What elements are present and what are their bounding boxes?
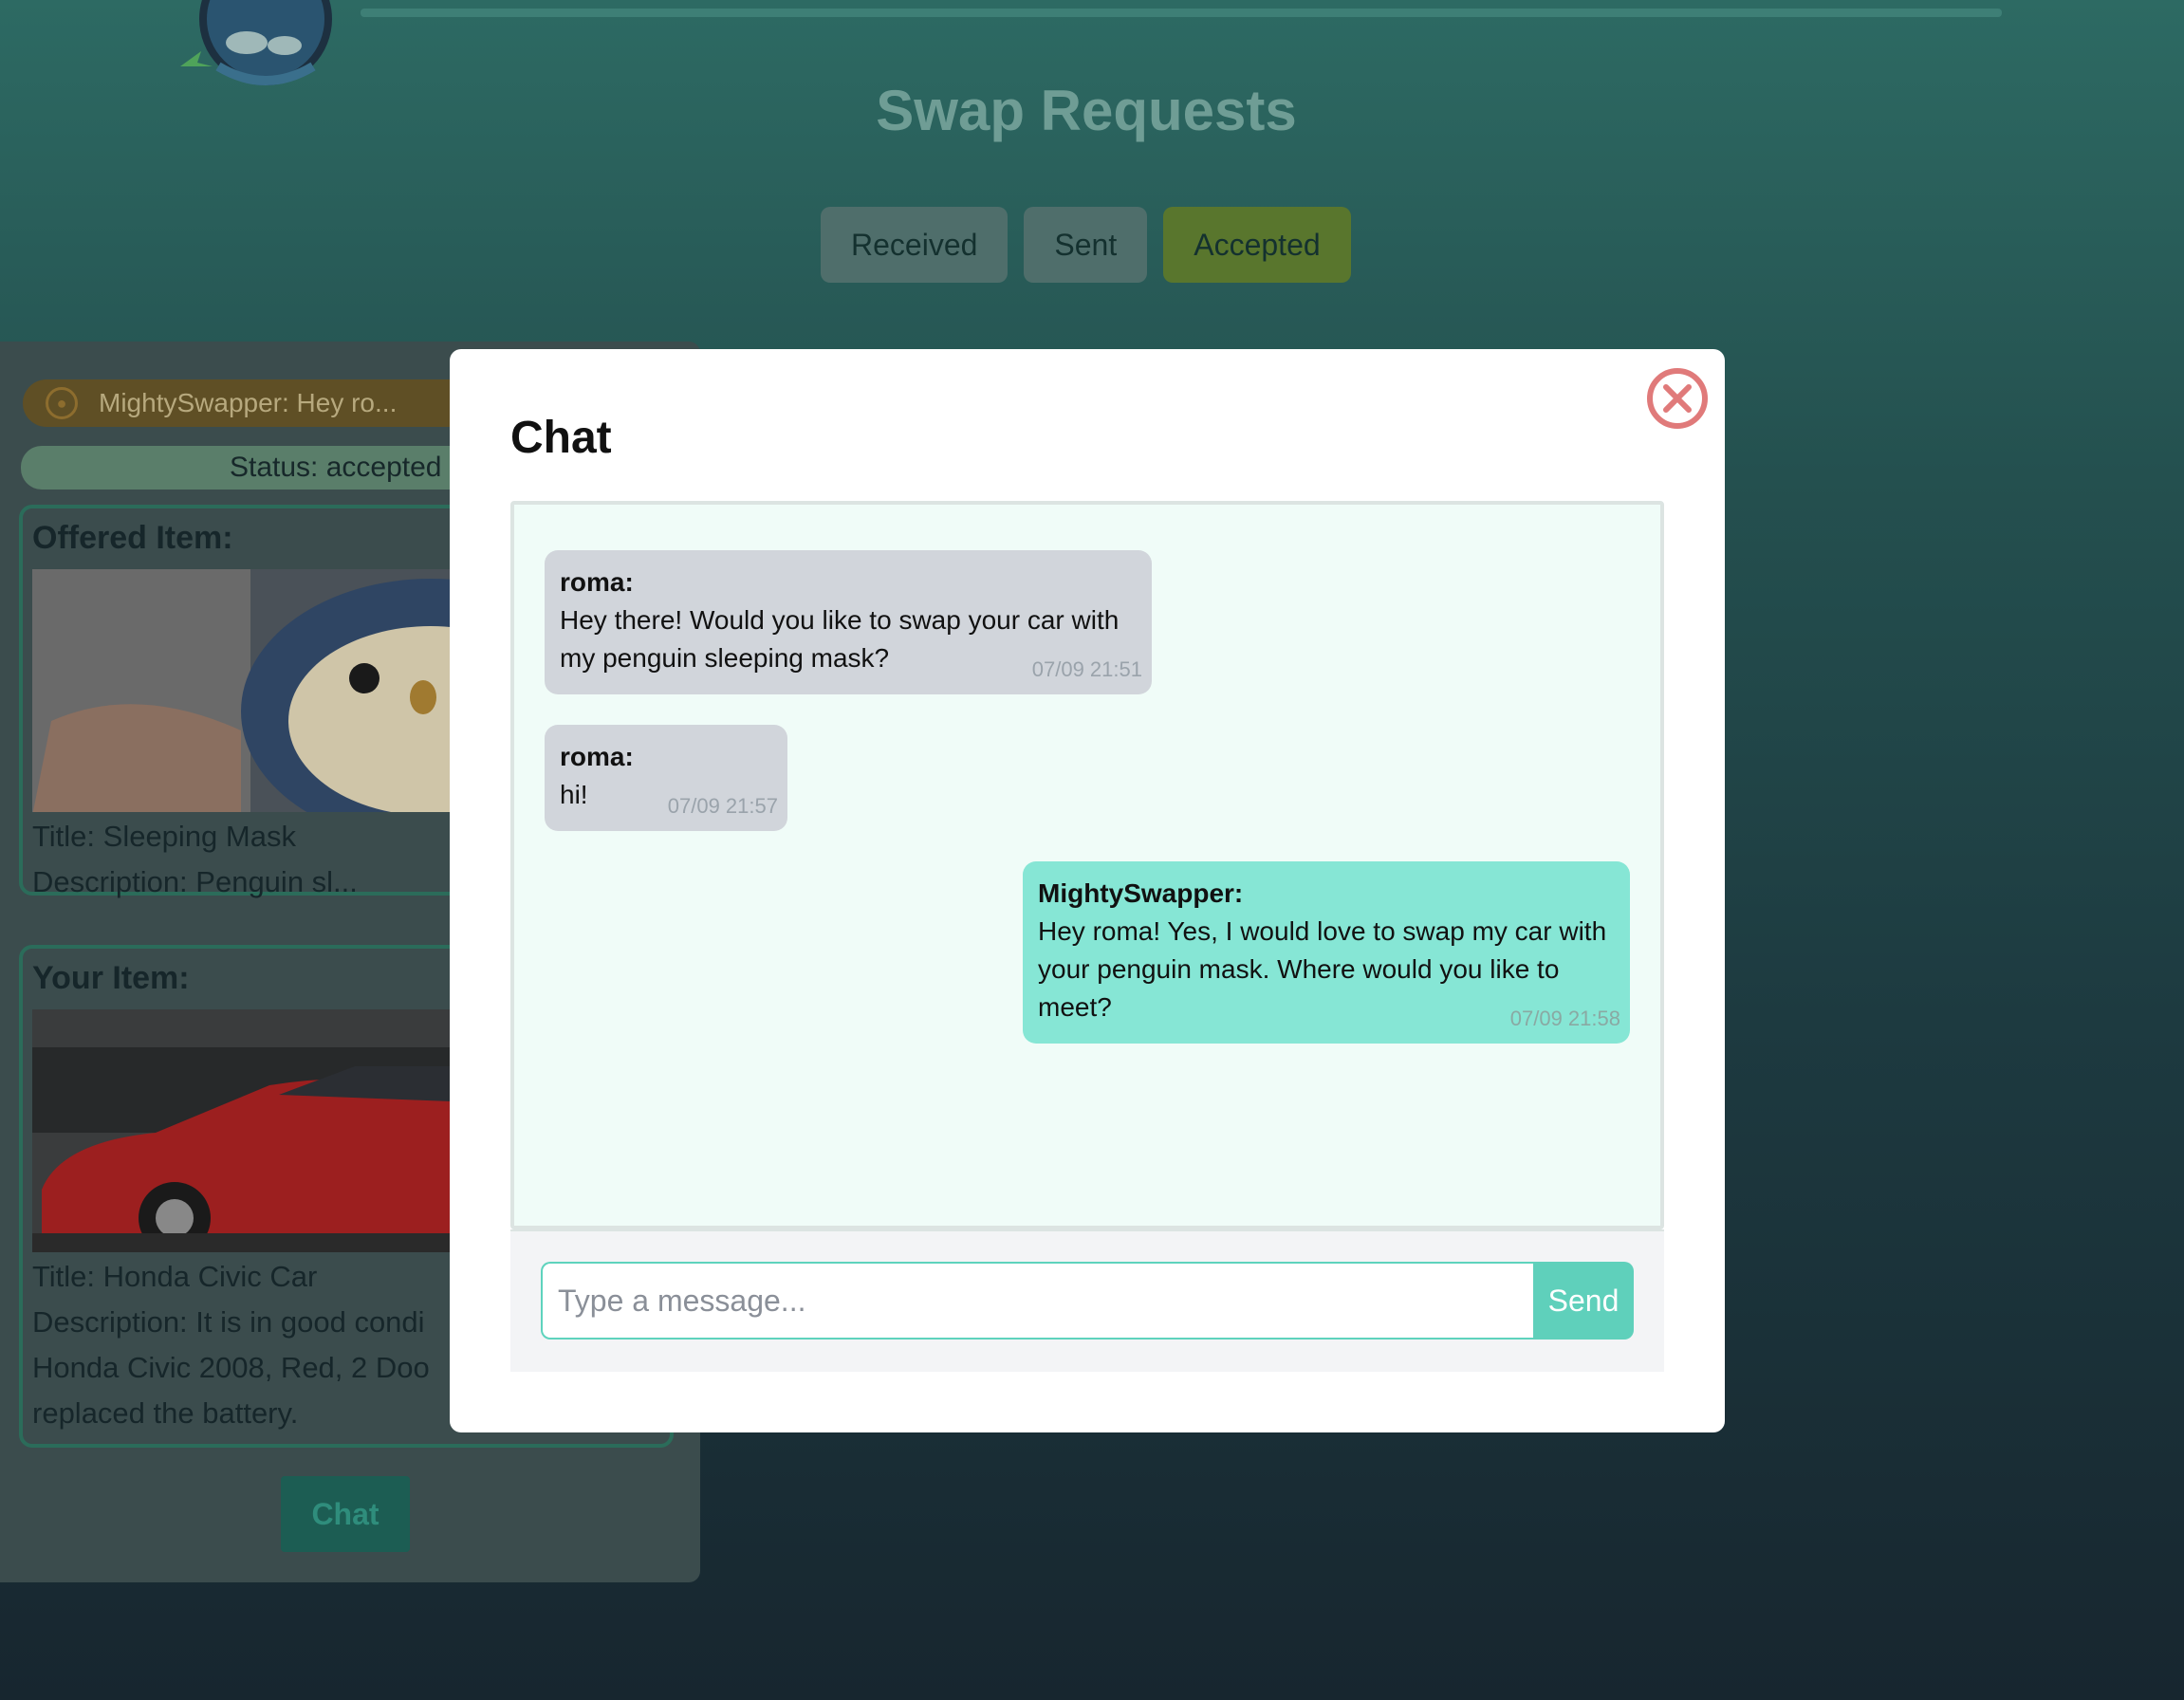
message-sender: MightySwapper:: [1038, 878, 1244, 908]
message-sender: roma:: [560, 567, 634, 597]
message-timestamp: 07/09 21:51: [1031, 657, 1142, 681]
offered-item-title: Title: Sleeping Mask: [32, 820, 296, 853]
your-item-description: Description: It is in good condi: [32, 1305, 425, 1339]
message-list[interactable]: roma: Hey there! Would you like to swap …: [510, 501, 1664, 1229]
offered-item-description: Description: Penguin sl...: [32, 865, 358, 898]
message-bubble-own: MightySwapper: Hey roma! Yes, I would lo…: [1023, 861, 1630, 1044]
message-bubble: roma: Hey there! Would you like to swap …: [545, 550, 1152, 694]
message-timestamp: 07/09 21:58: [1509, 1007, 1620, 1030]
tab-received[interactable]: Received: [821, 207, 1009, 283]
bell-icon: ●: [46, 387, 78, 419]
your-item-title: Title: Honda Civic Car: [32, 1260, 318, 1293]
modal-title: Chat: [510, 413, 612, 463]
your-item-heading: Your Item:: [32, 960, 190, 996]
message-sender: roma:: [560, 742, 634, 771]
tab-accepted[interactable]: Accepted: [1163, 207, 1351, 283]
send-button[interactable]: Send: [1533, 1262, 1634, 1340]
message-bubble: roma: hi! 07/09 21:57: [545, 725, 787, 831]
your-item-description-line3: replaced the battery.: [32, 1396, 299, 1430]
header-divider: [361, 9, 2002, 17]
message-input[interactable]: [541, 1262, 1533, 1340]
message-timestamp: 07/09 21:57: [667, 794, 778, 818]
close-icon[interactable]: [1645, 366, 1710, 431]
page-title: Swap Requests: [876, 79, 1297, 142]
your-item-description-line2: Honda Civic 2008, Red, 2 Doo: [32, 1351, 430, 1384]
request-tabs: Received Sent Accepted: [821, 207, 1351, 283]
compose-area: Send: [510, 1229, 1664, 1372]
chat-modal: Chat roma: Hey there! Would you like to …: [450, 349, 1725, 1432]
notification-text: MightySwapper: Hey ro...: [99, 388, 398, 417]
tab-sent[interactable]: Sent: [1024, 207, 1148, 283]
offered-item-heading: Offered Item:: [32, 520, 233, 556]
open-chat-button[interactable]: Chat: [281, 1476, 410, 1552]
